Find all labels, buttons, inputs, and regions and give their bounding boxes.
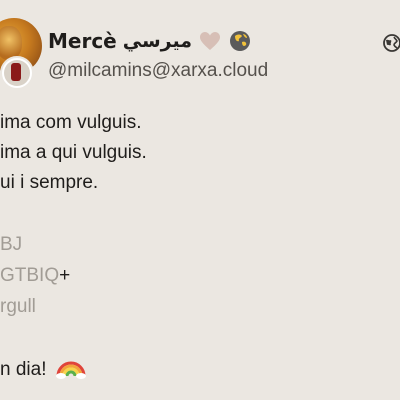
display-name-rtl[interactable]: ميرسي	[123, 30, 192, 52]
rainbow-icon	[55, 354, 86, 390]
heart-icon	[198, 29, 222, 53]
tag-line-2-text[interactable]: GTBIQ	[0, 265, 59, 286]
globe-icon[interactable]	[382, 33, 400, 53]
tag-line-3[interactable]: rgull	[0, 292, 36, 322]
tag-line-2-plus: +	[59, 265, 71, 286]
tag-line-1[interactable]: BJ	[0, 230, 22, 260]
display-name-row[interactable]: Mercè ميرسي	[48, 28, 252, 54]
account-avatar-badge[interactable]	[0, 56, 34, 90]
tag-line-2[interactable]: GTBIQ+	[0, 261, 70, 291]
post-line-1: ima com vulguis.	[0, 112, 142, 133]
post-line-3: ui i sempre.	[0, 172, 99, 193]
display-name[interactable]: Mercè	[48, 29, 117, 53]
post-line-2: ima a qui vulguis.	[0, 142, 147, 163]
post-closing: n dia!	[0, 354, 86, 390]
account-handle[interactable]: @milcamins@xarxa.cloud	[48, 60, 268, 82]
globe-emoji-icon	[228, 29, 252, 53]
post-closing-text: n dia!	[0, 359, 47, 380]
